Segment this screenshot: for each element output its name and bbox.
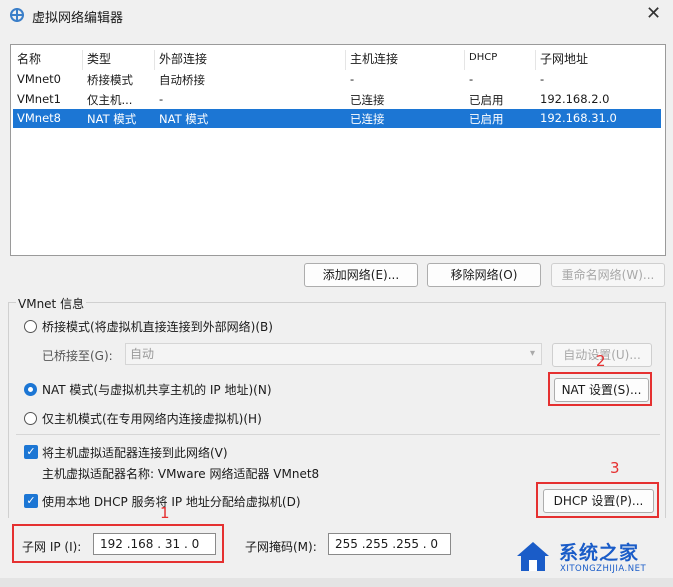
adapter-name-text: 主机虚拟适配器名称: VMware 网络适配器 VMnet8	[42, 467, 320, 481]
vmnet-info-label: VMnet 信息	[16, 295, 87, 312]
column-host[interactable]: 主机连接	[346, 50, 465, 70]
cell-dhcp: -	[469, 72, 474, 86]
table-row-selected[interactable]: VMnet8 NAT 模式 NAT 模式 已连接 已启用 192.168.31.…	[13, 109, 661, 128]
cell-external: NAT 模式	[159, 112, 209, 126]
use-dhcp-checkbox[interactable]: ✓	[24, 494, 38, 508]
bridge-mode-label[interactable]: 桥接模式(将虚拟机直接连接到外部网络)(B)	[42, 318, 273, 335]
remove-network-button[interactable]: 移除网络(O)	[427, 263, 541, 287]
title-bar: 虚拟网络编辑器 ✕	[0, 0, 673, 32]
connect-adapter-label[interactable]: 将主机虚拟适配器连接到此网络(V)	[42, 444, 228, 461]
column-subnet[interactable]: 子网地址	[536, 50, 661, 70]
cell-name: VMnet0	[17, 72, 61, 86]
table-row[interactable]: VMnet1 仅主机... - 已连接 已启用 192.168.2.0	[13, 90, 661, 109]
annotation-box-2	[548, 372, 652, 406]
host-only-label[interactable]: 仅主机模式(在专用网络内连接虚拟机)(H)	[42, 410, 262, 427]
column-type[interactable]: 类型	[83, 50, 155, 70]
cell-host: 已连接	[350, 112, 385, 126]
annotation-box-3	[536, 482, 659, 518]
column-external[interactable]: 外部连接	[155, 50, 346, 70]
annotation-number-3: 3	[610, 459, 620, 477]
add-network-button[interactable]: 添加网络(E)...	[304, 263, 418, 287]
bridged-to-label: 已桥接至(G):	[42, 349, 113, 363]
watermark-subtext: XITONGZHIJIA.NET	[560, 564, 647, 574]
watermark-text: 系统之家	[559, 542, 640, 564]
use-dhcp-label[interactable]: 使用本地 DHCP 服务将 IP 地址分配给虚拟机(D)	[42, 493, 301, 510]
chevron-down-icon: ▾	[529, 348, 535, 359]
cell-external: -	[159, 92, 164, 106]
cell-subnet: -	[540, 72, 545, 86]
annotation-box-1	[12, 524, 224, 563]
column-dhcp[interactable]: DHCP	[465, 50, 536, 70]
network-globe-icon	[10, 8, 24, 22]
bridged-to-select[interactable]: 自动 ▾	[125, 343, 542, 365]
cell-dhcp: 已启用	[469, 93, 504, 107]
cell-type: 仅主机...	[87, 93, 133, 107]
divider	[16, 434, 660, 435]
cell-dhcp: 已启用	[469, 112, 504, 126]
network-list[interactable]: 名称 类型 外部连接 主机连接 DHCP 子网地址 VMnet0 桥接模式 自动…	[10, 44, 666, 256]
annotation-number-2: 2	[596, 352, 606, 370]
watermark: 系统之家 XITONGZHIJIA.NET	[513, 536, 663, 580]
nat-mode-label[interactable]: NAT 模式(与虚拟机共享主机的 IP 地址)(N)	[42, 381, 272, 398]
subnet-mask-label: 子网掩码(M):	[245, 540, 317, 554]
close-icon[interactable]: ✕	[646, 3, 661, 24]
annotation-number-1: 1	[160, 504, 170, 522]
rename-network-button[interactable]: 重命名网络(W)...	[551, 263, 665, 287]
bridge-mode-radio[interactable]	[24, 320, 37, 333]
cell-host: -	[350, 72, 355, 86]
table-row[interactable]: VMnet0 桥接模式 自动桥接 - - -	[13, 70, 661, 89]
bottom-button-strip	[0, 578, 673, 587]
cell-host: 已连接	[350, 93, 385, 107]
cell-external: 自动桥接	[159, 73, 205, 87]
cell-type: 桥接模式	[87, 73, 133, 87]
house-logo-icon	[517, 542, 549, 571]
cell-subnet: 192.168.2.0	[540, 92, 610, 106]
host-only-radio[interactable]	[24, 412, 37, 425]
cell-type: NAT 模式	[87, 112, 137, 126]
cell-name: VMnet8	[17, 111, 61, 125]
column-name[interactable]: 名称	[13, 50, 83, 70]
connect-adapter-checkbox[interactable]: ✓	[24, 445, 38, 459]
window-title: 虚拟网络编辑器	[32, 11, 124, 26]
nat-mode-radio[interactable]	[24, 383, 37, 396]
cell-name: VMnet1	[17, 92, 61, 106]
bridged-to-value: 自动	[130, 347, 155, 361]
cell-subnet: 192.168.31.0	[540, 111, 617, 125]
subnet-mask-field[interactable]: 255 .255 .255 . 0	[328, 533, 451, 555]
